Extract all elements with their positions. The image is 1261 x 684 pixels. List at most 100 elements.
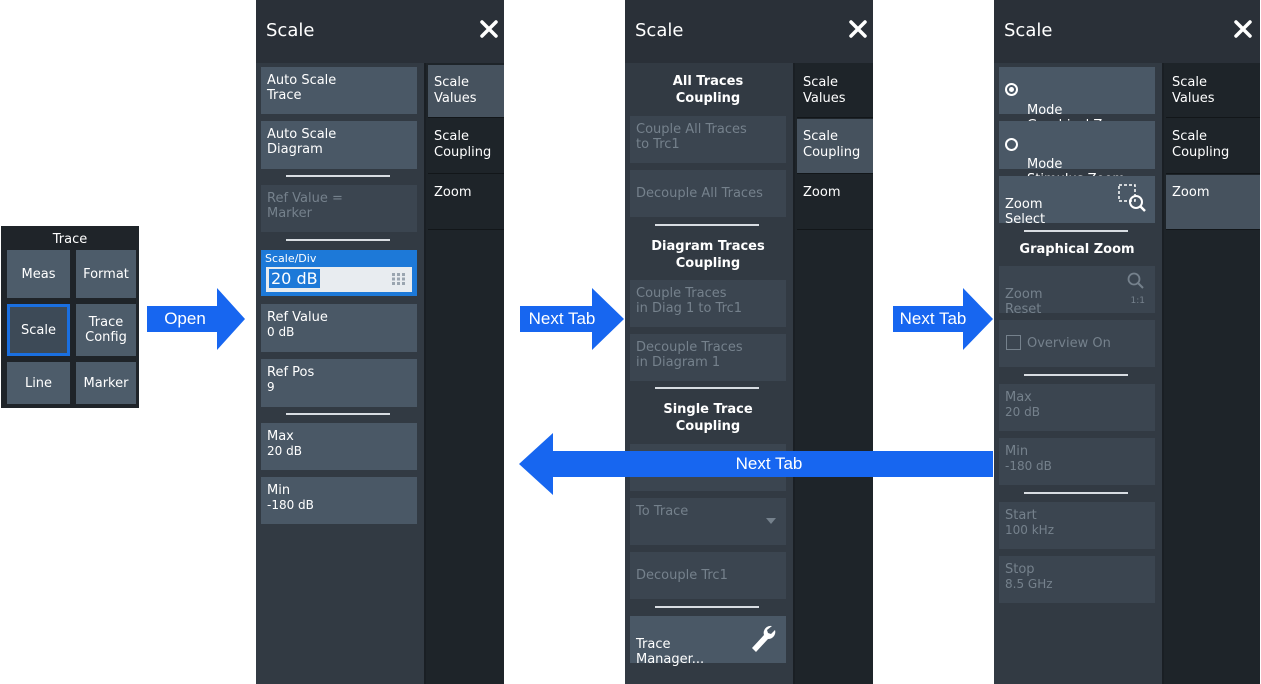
tab-scale-values[interactable]: Scale Values — [797, 65, 873, 118]
next-tab-arrow-1-label: Next Tab — [528, 309, 596, 328]
next-tab-back-arrow-label: Next Tab — [735, 454, 803, 473]
divider — [286, 413, 390, 415]
min-label: Min — [1005, 444, 1029, 459]
zoom-select-label: Zoom Select — [1005, 197, 1046, 227]
to-trace-label: To Trace — [636, 504, 689, 519]
single-trace-heading: Single Trace Coupling — [663, 402, 753, 434]
min-button[interactable]: Min -180 dB — [999, 438, 1155, 485]
panel-tabs: Scale Values Scale Coupling Zoom — [424, 63, 504, 684]
wrench-icon — [752, 625, 776, 652]
stop-value: 8.5 GHz — [1005, 577, 1053, 591]
marker-button[interactable]: Marker — [76, 362, 136, 404]
next-tab-arrow-2: Next Tab — [893, 288, 993, 350]
trace-menu: Trace Meas Format Scale Trace Config Lin… — [1, 226, 139, 408]
zoom-panel: Scale Mode Graphical Zoom Mode Stimulus … — [994, 0, 1260, 684]
close-icon[interactable] — [847, 18, 869, 40]
open-arrow: Open — [147, 288, 245, 350]
tab-zoom[interactable]: Zoom — [797, 175, 873, 230]
max-value: 20 dB — [1005, 405, 1040, 419]
panel-header: Scale — [994, 0, 1260, 63]
overview-label: Overview On — [1027, 336, 1111, 351]
tab-zoom[interactable]: Zoom — [1166, 175, 1260, 230]
decouple-all-button[interactable]: Decouple All Traces — [630, 170, 786, 217]
divider — [655, 387, 759, 389]
ref-value-label: Ref Value — [267, 310, 328, 325]
scale-coupling-panel: Scale All Traces Coupling Couple All Tra… — [625, 0, 873, 684]
scale-div-label: Scale/Div — [265, 252, 317, 265]
divider — [655, 606, 759, 608]
panel-title: Scale — [266, 20, 315, 41]
tab-scale-coupling[interactable]: Scale Coupling — [428, 119, 504, 174]
format-button[interactable]: Format — [76, 250, 136, 298]
close-icon[interactable] — [478, 18, 500, 40]
radio-selected-icon — [1005, 83, 1018, 96]
ref-value-marker-button[interactable]: Ref Value = Marker — [261, 185, 417, 232]
stop-button[interactable]: Stop 8.5 GHz — [999, 556, 1155, 603]
min-value: -180 dB — [1005, 459, 1052, 473]
mode-stimulus-zoom-button[interactable]: Mode Stimulus Zoom — [999, 121, 1155, 187]
diagram-traces-heading: Diagram Traces Coupling — [651, 239, 765, 271]
min-button[interactable]: Min -180 dB — [261, 477, 417, 524]
meas-label: Meas — [21, 266, 56, 282]
overview-toggle[interactable]: Overview On — [999, 320, 1155, 367]
divider — [1024, 374, 1128, 376]
panel-softkeys: Mode Graphical Zoom Mode Stimulus Zoom Z… — [994, 63, 1162, 684]
tab-scale-coupling[interactable]: Scale Coupling — [797, 119, 873, 174]
couple-all-button[interactable]: Couple All Traces to Trc1 — [630, 116, 786, 163]
line-button[interactable]: Line — [7, 362, 70, 404]
auto-scale-trace-button[interactable]: Auto Scale Trace — [261, 67, 417, 114]
max-button[interactable]: Max 20 dB — [999, 384, 1155, 431]
marker-label: Marker — [83, 375, 129, 391]
panel-header: Scale — [625, 0, 873, 63]
magnifier-icon — [1127, 272, 1144, 289]
dropdown-arrow-icon — [766, 518, 776, 524]
scale-div-value: 20 dB — [269, 269, 320, 288]
panel-title: Scale — [635, 20, 684, 41]
max-button[interactable]: Max 20 dB — [261, 423, 417, 470]
line-label: Line — [24, 375, 53, 391]
trace-config-button[interactable]: Trace Config — [76, 304, 136, 356]
decouple-diagram-button[interactable]: Decouple Traces in Diagram 1 — [630, 334, 786, 381]
panel-tabs: Scale Values Scale Coupling Zoom — [793, 63, 873, 684]
meas-button[interactable]: Meas — [7, 250, 70, 298]
divider — [655, 224, 759, 226]
close-icon[interactable] — [1232, 18, 1254, 40]
stop-label: Stop — [1005, 562, 1035, 577]
trace-menu-title: Trace — [52, 232, 88, 247]
ref-value-button[interactable]: Ref Value 0 dB — [261, 304, 417, 352]
min-label: Min — [267, 483, 291, 498]
start-value: 100 kHz — [1005, 523, 1054, 537]
ref-value-value: 0 dB — [267, 325, 295, 339]
tab-zoom[interactable]: Zoom — [428, 175, 504, 230]
auto-scale-diagram-button[interactable]: Auto Scale Diagram — [261, 121, 417, 169]
scale-values-panel: Scale Auto Scale Trace Auto Scale Diagra… — [256, 0, 504, 684]
tab-scale-values[interactable]: Scale Values — [428, 65, 504, 118]
panel-header: Scale — [256, 0, 504, 63]
zoom-select-icon — [1118, 184, 1146, 212]
max-label: Max — [1005, 390, 1032, 405]
panel-softkeys: All Traces Coupling Couple All Traces to… — [625, 63, 793, 684]
to-trace-dropdown[interactable]: To Trace — [630, 498, 786, 545]
min-value: -180 dB — [267, 498, 314, 512]
scale-label: Scale — [21, 322, 56, 338]
checkbox-icon — [1006, 335, 1021, 350]
keypad-icon[interactable] — [392, 273, 406, 285]
zoom-select-button[interactable]: Zoom Select — [999, 176, 1155, 227]
scale-div-field[interactable]: Scale/Div 20 dB — [261, 250, 417, 296]
tab-scale-values[interactable]: Scale Values — [1166, 65, 1260, 118]
zoom-reset-button[interactable]: Zoom Reset 1:1 — [999, 266, 1155, 317]
max-value: 20 dB — [267, 444, 302, 458]
next-tab-arrow-1: Next Tab — [520, 288, 624, 350]
scale-div-input[interactable]: 20 dB — [266, 267, 412, 292]
all-traces-heading: All Traces Coupling — [672, 74, 744, 106]
trace-manager-button[interactable]: Trace Manager... — [630, 616, 786, 667]
trace-manager-label: Trace Manager... — [636, 637, 705, 667]
tab-scale-coupling[interactable]: Scale Coupling — [1166, 119, 1260, 174]
mode-graphical-zoom-button[interactable]: Mode Graphical Zoom — [999, 67, 1155, 133]
decouple-trc1-button[interactable]: Decouple Trc1 — [630, 552, 786, 599]
scale-button[interactable]: Scale — [7, 304, 70, 356]
start-button[interactable]: Start 100 kHz — [999, 502, 1155, 549]
ref-pos-button[interactable]: Ref Pos 9 — [261, 359, 417, 407]
trace-config-label: Trace Config — [85, 315, 127, 345]
couple-diagram-button[interactable]: Couple Traces in Diag 1 to Trc1 — [630, 280, 786, 327]
